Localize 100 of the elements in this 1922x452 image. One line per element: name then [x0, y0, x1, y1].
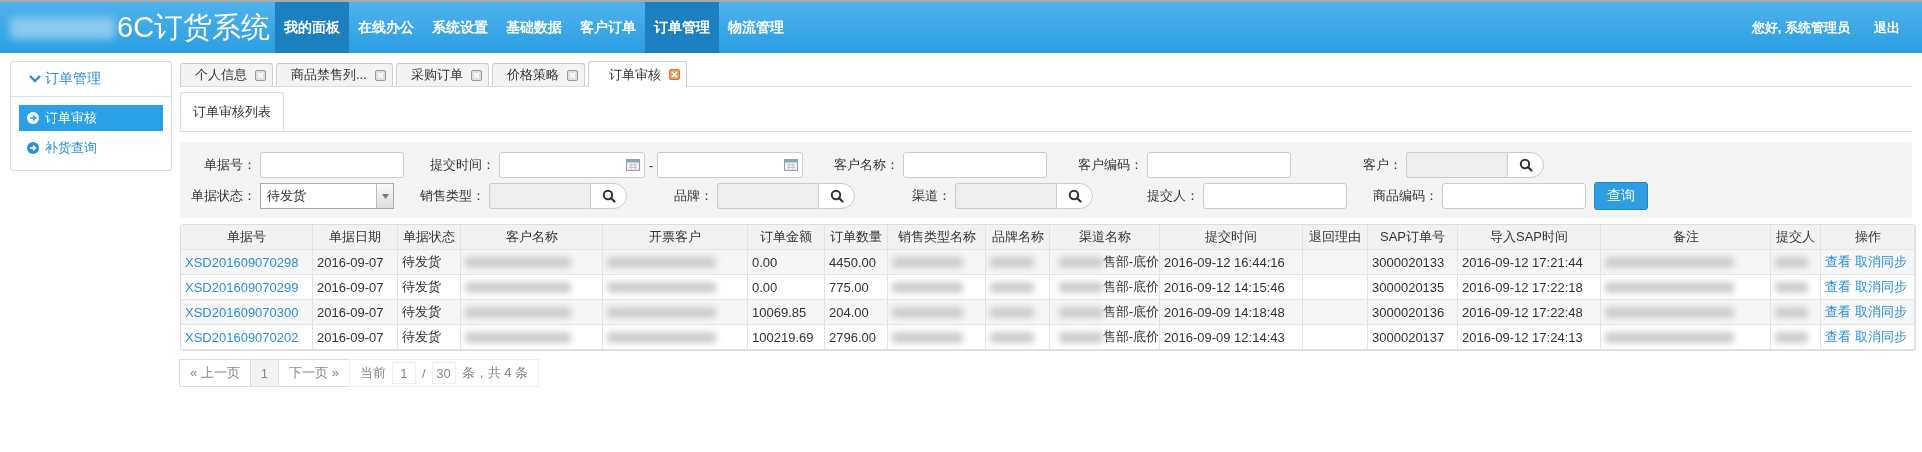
page-size-input[interactable]: 30 [431, 362, 456, 384]
date-field[interactable] [657, 152, 804, 178]
blurred-text [1775, 331, 1808, 343]
column-header: SAP订单号 [1380, 228, 1445, 246]
table-cell: 待发货 [402, 278, 441, 296]
nav-item[interactable]: 系统设置 [423, 2, 497, 53]
tab[interactable]: 价格策略 [491, 63, 585, 86]
tab[interactable]: 订单审核 [587, 61, 687, 87]
calendar-icon[interactable] [784, 159, 799, 171]
order-link[interactable]: XSD201609070300 [185, 304, 299, 320]
action-link[interactable]: 查看 [1825, 253, 1851, 271]
page-input[interactable]: 1 [391, 362, 416, 384]
close-icon[interactable] [255, 69, 266, 81]
close-icon[interactable] [668, 69, 680, 80]
action-link[interactable]: 取消同步 [1855, 328, 1907, 346]
calendar-icon[interactable] [626, 159, 640, 171]
status-dropdown[interactable]: 待发货 [260, 183, 394, 209]
field-label: 单据状态： [191, 188, 257, 203]
order-link[interactable]: XSD201609070298 [185, 254, 299, 270]
table-cell: 待发货 [402, 303, 441, 321]
close-icon[interactable] [566, 69, 578, 81]
blurred-text [1058, 281, 1103, 293]
nav-item[interactable]: 基础数据 [497, 2, 571, 53]
next-page-button[interactable]: 下一页 » [278, 359, 350, 387]
query-button[interactable]: 查询 [1594, 182, 1648, 210]
table-cell: 3000020136 [1372, 304, 1445, 320]
tab[interactable]: 商品禁售列... [276, 63, 393, 86]
table-cell: 售部-底价 [1102, 303, 1159, 321]
action-link[interactable]: 取消同步 [1855, 253, 1907, 271]
table-cell: 售部-底价 [1102, 328, 1159, 346]
close-icon[interactable] [374, 69, 386, 81]
action-link[interactable]: 查看 [1825, 278, 1851, 296]
table-cell: 待发货 [402, 253, 441, 271]
table-cell: 2016-09-12 17:22:48 [1462, 304, 1583, 320]
input-field[interactable] [903, 152, 1048, 178]
input-field[interactable] [1442, 183, 1586, 209]
table-cell: 2016-09-07 [317, 304, 384, 320]
sidebar-item[interactable]: 补货查询 [19, 135, 163, 161]
table-cell: 2016-09-07 [317, 329, 384, 345]
close-icon[interactable] [470, 69, 482, 81]
input-field[interactable] [489, 183, 590, 209]
input-field[interactable] [1406, 152, 1508, 178]
search-button[interactable] [818, 183, 855, 209]
table-cell: 2016-09-09 12:14:43 [1164, 329, 1285, 345]
date-field[interactable] [499, 152, 645, 178]
column-header: 客户名称 [505, 228, 558, 246]
blurred-text [892, 306, 964, 318]
action-link[interactable]: 查看 [1825, 328, 1851, 346]
field-label: 提交人： [1147, 188, 1200, 203]
input-field[interactable] [260, 152, 404, 178]
prev-page-button[interactable]: « 上一页 [179, 359, 251, 387]
table-cell: 2016-09-07 [317, 254, 384, 270]
input-field[interactable] [955, 183, 1056, 209]
nav-item[interactable]: 客户订单 [571, 2, 645, 53]
nav-item[interactable]: 物流管理 [719, 2, 793, 53]
search-icon [601, 189, 616, 203]
table-cell: 204.00 [829, 304, 869, 320]
table-cell: 2796.00 [829, 329, 876, 345]
nav-item[interactable]: 我的面板 [275, 2, 349, 53]
caret-icon [381, 193, 389, 199]
order-link[interactable]: XSD201609070299 [185, 279, 299, 295]
input-field[interactable] [1203, 183, 1347, 209]
tab[interactable]: 个人信息 [180, 63, 273, 86]
input-field[interactable] [717, 183, 818, 209]
nav-item[interactable]: 在线办公 [349, 2, 423, 53]
logout-link[interactable]: 退出 [1874, 18, 1900, 37]
search-icon [1067, 189, 1082, 203]
sidebar-item[interactable]: 订单审核 [19, 105, 163, 131]
blurred-text [1058, 256, 1103, 268]
sidebar-group[interactable]: 订单管理 [11, 62, 171, 97]
input-field[interactable] [1147, 152, 1292, 178]
page-summary: 条，共 4 条 [461, 364, 528, 382]
tab[interactable]: 采购订单 [395, 63, 489, 86]
blurred-text [892, 281, 964, 293]
table-cell: 售部-底价 [1102, 278, 1159, 296]
table-cell: 0.00 [752, 254, 778, 270]
column-header: 渠道名称 [1078, 228, 1131, 246]
action-link[interactable]: 查看 [1825, 303, 1851, 321]
action-link[interactable]: 取消同步 [1855, 303, 1907, 321]
table-cell: 2016-09-07 [317, 279, 384, 295]
search-button[interactable] [590, 183, 627, 209]
search-button[interactable] [1056, 183, 1093, 209]
column-header: 单据日期 [329, 228, 381, 246]
column-header: 单据号 [227, 228, 266, 246]
table-cell: 售部-底价 [1102, 253, 1159, 271]
action-link[interactable]: 取消同步 [1855, 278, 1907, 296]
order-link[interactable]: XSD201609070202 [185, 329, 299, 345]
blurred-text [990, 256, 1034, 268]
arrow-circle-icon [27, 112, 39, 124]
column-header: 提交人 [1776, 228, 1815, 246]
table-cell: 4450.00 [829, 254, 876, 270]
page-button[interactable]: 1 [249, 359, 280, 387]
table-cell: 3000020133 [1372, 254, 1445, 270]
table-cell: 待发货 [402, 328, 441, 346]
column-header: 品牌名称 [991, 228, 1044, 246]
table-cell: 2016-09-12 17:21:44 [1462, 254, 1583, 270]
search-button[interactable] [1507, 152, 1545, 178]
table-cell: 2016-09-12 17:22:18 [1462, 279, 1583, 295]
tab[interactable]: 订单审核列表 [180, 92, 284, 131]
nav-item[interactable]: 订单管理 [645, 2, 719, 53]
